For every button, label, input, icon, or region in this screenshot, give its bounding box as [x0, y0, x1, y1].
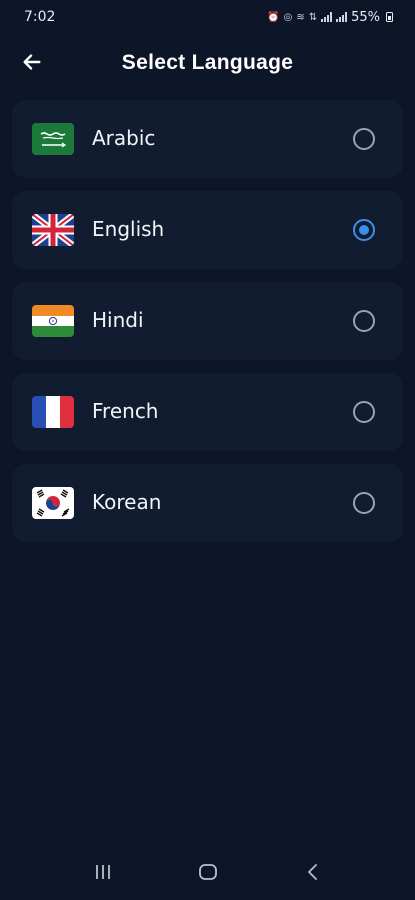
uk-flag-icon — [32, 214, 74, 246]
south-korea-flag-icon — [32, 487, 74, 519]
language-label: French — [92, 399, 159, 423]
signal-icon-2 — [336, 12, 348, 22]
header: Select Language — [0, 36, 415, 90]
status-time: 7:02 — [24, 9, 56, 25]
language-list: Arabic English Hindi French Korean — [12, 100, 403, 555]
back-nav-button[interactable] — [293, 852, 333, 892]
battery-percent: 55% — [351, 9, 380, 25]
navigation-bar — [0, 844, 415, 900]
signal-icon — [321, 12, 333, 22]
saudi-arabia-flag-icon — [32, 123, 74, 155]
language-item-french[interactable]: French — [12, 373, 403, 451]
radio-button[interactable] — [353, 401, 375, 423]
data-icon: ⇅ — [308, 11, 318, 23]
language-item-korean[interactable]: Korean — [12, 464, 403, 542]
volte-icon: ≋ — [296, 11, 305, 23]
language-item-english[interactable]: English — [12, 191, 403, 269]
recent-apps-icon — [95, 865, 110, 879]
battery-icon — [386, 12, 393, 22]
france-flag-icon — [32, 396, 74, 428]
language-label: English — [92, 217, 165, 241]
home-icon — [198, 864, 217, 880]
hotspot-icon: ◎ — [283, 11, 293, 23]
status-icons: ⏰ ◎ ≋ ⇅ 55% — [267, 10, 393, 25]
home-button[interactable] — [188, 852, 228, 892]
language-label: Korean — [92, 490, 162, 514]
language-label: Hindi — [92, 308, 144, 332]
language-label: Arabic — [92, 126, 156, 150]
radio-button[interactable] — [353, 310, 375, 332]
radio-button[interactable] — [353, 128, 375, 150]
status-bar: 7:02 ⏰ ◎ ≋ ⇅ 55% — [0, 0, 415, 34]
language-item-arabic[interactable]: Arabic — [12, 100, 403, 178]
page-title: Select Language — [121, 51, 294, 74]
language-item-hindi[interactable]: Hindi — [12, 282, 403, 360]
radio-button-selected[interactable] — [353, 219, 375, 241]
radio-button[interactable] — [353, 492, 375, 514]
recent-apps-button[interactable] — [83, 852, 123, 892]
india-flag-icon — [32, 305, 74, 337]
chevron-left-icon — [307, 864, 317, 880]
alarm-icon: ⏰ — [267, 11, 280, 23]
